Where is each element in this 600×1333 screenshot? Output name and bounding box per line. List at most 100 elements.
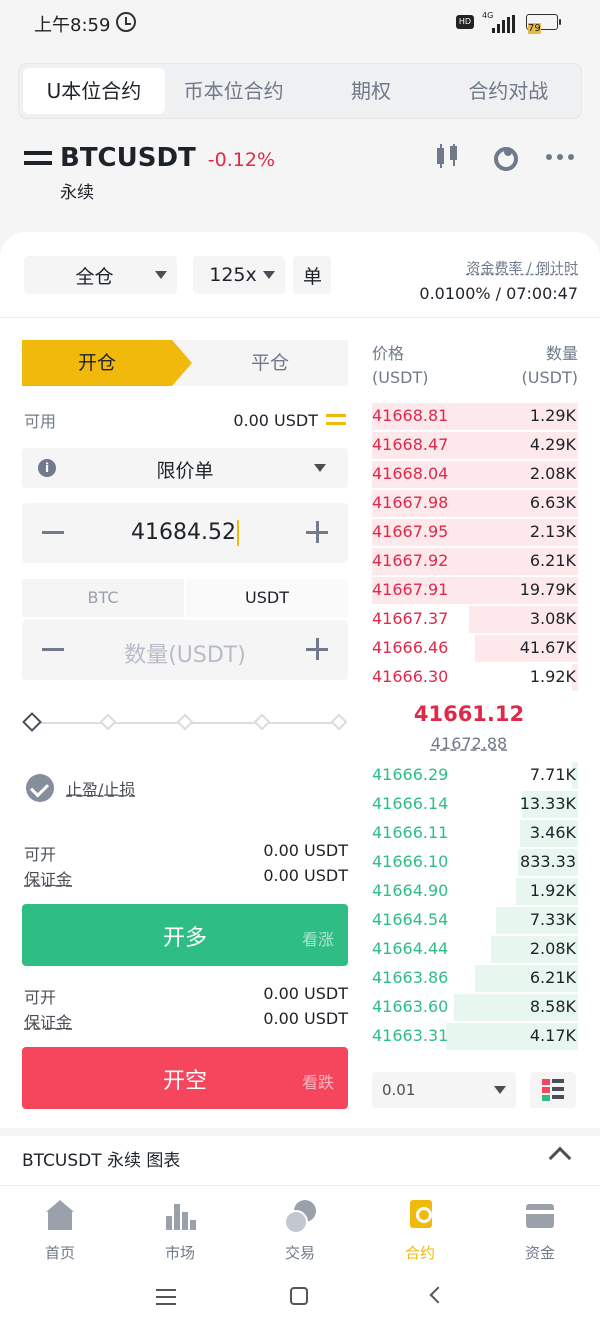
ask-row[interactable]: 41666.30 1.92K <box>372 663 578 691</box>
bid-quantity: 3.46K <box>529 823 576 842</box>
plus-icon[interactable] <box>306 521 328 543</box>
margin-mode-select[interactable]: 全仓 <box>24 256 177 294</box>
ask-row[interactable]: 41667.91 19.79K <box>372 576 578 604</box>
orderbook-layout-icon[interactable] <box>530 1072 576 1108</box>
bid-row[interactable]: 41664.44 2.08K <box>372 935 578 963</box>
tab-usdt-m[interactable]: U本位合约 <box>23 68 165 114</box>
ask-row[interactable]: 41667.95 2.13K <box>372 518 578 546</box>
funding-rate[interactable]: 资金费率 / 倒计时 0.0100% / 07:00:47 <box>419 258 578 303</box>
tab-battle[interactable]: 合约对战 <box>440 68 577 114</box>
ask-price: 41666.30 <box>372 667 449 686</box>
ask-price: 41667.95 <box>372 522 449 541</box>
tab-close[interactable]: 平仓 <box>192 340 348 386</box>
bid-row[interactable]: 41666.29 7.71K <box>372 761 578 789</box>
gauge-icon[interactable] <box>490 144 520 171</box>
bid-price: 41666.29 <box>372 765 449 784</box>
chevron-down-icon <box>494 1086 506 1094</box>
ask-price: 41667.91 <box>372 580 449 599</box>
bid-price: 41664.54 <box>372 910 449 929</box>
nav-home[interactable]: 首页 <box>0 1186 120 1263</box>
short-openable: 可开 0.00 USDT <box>24 984 348 1007</box>
last-price[interactable]: 41661.12 <box>372 702 566 726</box>
wallet-icon <box>524 1200 556 1232</box>
tab-coin-m[interactable]: 币本位合约 <box>165 68 302 114</box>
transfer-icon[interactable] <box>326 412 346 428</box>
chart-section-label[interactable]: BTCUSDT 永续 图表 <box>22 1146 180 1171</box>
nav-trade[interactable]: 交易 <box>240 1186 360 1263</box>
price-change: -0.12% <box>207 149 276 171</box>
depth-precision-select[interactable]: 0.01 <box>372 1072 516 1108</box>
ask-row[interactable]: 41666.46 41.67K <box>372 634 578 662</box>
symbol-type: 永续 <box>60 183 94 203</box>
chevron-down-icon <box>263 271 275 279</box>
bid-row[interactable]: 41666.14 13.33K <box>372 790 578 818</box>
nav-market[interactable]: 市场 <box>120 1186 240 1263</box>
nav-contract[interactable]: 合约 <box>360 1186 480 1263</box>
price-input[interactable]: 41684.52 <box>131 520 236 545</box>
ask-quantity: 2.13K <box>529 522 576 541</box>
system-nav-bar <box>0 1263 600 1333</box>
bid-row[interactable]: 41666.11 3.46K <box>372 819 578 847</box>
open-long-button[interactable]: 开多 看涨 <box>22 904 348 966</box>
bid-row[interactable]: 41664.54 7.33K <box>372 906 578 934</box>
leverage-select[interactable]: 125x <box>193 256 285 294</box>
nav-funds[interactable]: 资金 <box>480 1186 600 1263</box>
status-time: 上午8:59 <box>34 15 111 36</box>
ask-row[interactable]: 41667.37 3.08K <box>372 605 578 633</box>
checkbox-icon[interactable] <box>26 774 54 802</box>
amount-input[interactable]: 数量(USDT) <box>124 643 246 668</box>
mark-price[interactable]: 41672.88 <box>372 734 566 753</box>
market-icon <box>164 1200 196 1232</box>
open-short-button[interactable]: 开空 看跌 <box>22 1047 348 1109</box>
bid-row[interactable]: 41664.90 1.92K <box>372 877 578 905</box>
order-type-select[interactable]: i 限价单 <box>22 448 348 488</box>
asset-mode-button[interactable]: 单 <box>293 256 331 294</box>
candlestick-icon[interactable] <box>434 144 464 170</box>
ask-quantity: 2.08K <box>529 464 576 483</box>
tpsl-toggle[interactable]: 止盈/止损 <box>26 774 135 802</box>
ask-row[interactable]: 41668.04 2.08K <box>372 460 578 488</box>
ask-price: 41668.81 <box>372 406 449 425</box>
ask-quantity: 6.63K <box>529 493 576 512</box>
amount-stepper: 数量(USDT) <box>22 620 348 680</box>
ask-quantity: 1.29K <box>529 406 576 425</box>
plus-icon[interactable] <box>306 638 328 660</box>
bid-row[interactable]: 41663.60 8.58K <box>372 993 578 1021</box>
ask-row[interactable]: 41668.81 1.29K <box>372 402 578 430</box>
more-icon[interactable] <box>546 144 576 170</box>
bid-quantity: 6.21K <box>529 968 576 987</box>
position-config: 全仓 125x 单 <box>24 256 331 294</box>
unit-btc[interactable]: BTC <box>22 579 184 617</box>
unit-usdt[interactable]: USDT <box>186 579 348 617</box>
short-margin: 保证金 0.00 USDT <box>24 1009 348 1032</box>
swap-icon <box>22 145 54 171</box>
ask-quantity: 4.29K <box>529 435 576 454</box>
bid-row[interactable]: 41663.86 6.21K <box>372 964 578 992</box>
ask-price: 41668.47 <box>372 435 449 454</box>
bid-price: 41664.90 <box>372 881 449 900</box>
ask-quantity: 19.79K <box>519 580 576 599</box>
alarm-icon <box>116 12 136 32</box>
tab-options[interactable]: 期权 <box>302 68 439 114</box>
bid-row[interactable]: 41666.10 833.33 <box>372 848 578 876</box>
ask-quantity: 6.21K <box>529 551 576 570</box>
home-button-icon[interactable] <box>290 1287 308 1305</box>
ask-quantity: 1.92K <box>529 667 576 686</box>
ask-row[interactable]: 41668.47 4.29K <box>372 431 578 459</box>
ask-row[interactable]: 41667.92 6.21K <box>372 547 578 575</box>
signal-icon: 4G <box>480 11 520 33</box>
bid-quantity: 4.17K <box>529 1026 576 1045</box>
back-icon[interactable] <box>429 1286 447 1304</box>
bid-price: 41663.86 <box>372 968 449 987</box>
amount-slider[interactable] <box>22 712 348 732</box>
recent-apps-icon[interactable] <box>156 1289 176 1305</box>
contract-type-tabs: U本位合约 币本位合约 期权 合约对战 <box>18 63 582 119</box>
symbol-selector[interactable]: BTCUSDT -0.12% <box>22 140 275 176</box>
ask-price: 41667.92 <box>372 551 449 570</box>
ask-row[interactable]: 41667.98 6.63K <box>372 489 578 517</box>
bid-row[interactable]: 41663.31 4.17K <box>372 1022 578 1050</box>
bid-price: 41664.44 <box>372 939 449 958</box>
available-value: 0.00 USDT <box>233 410 318 430</box>
status-bar: 上午8:59 HD 4G 79 <box>0 0 600 46</box>
tab-open[interactable]: 开仓 <box>22 340 192 386</box>
